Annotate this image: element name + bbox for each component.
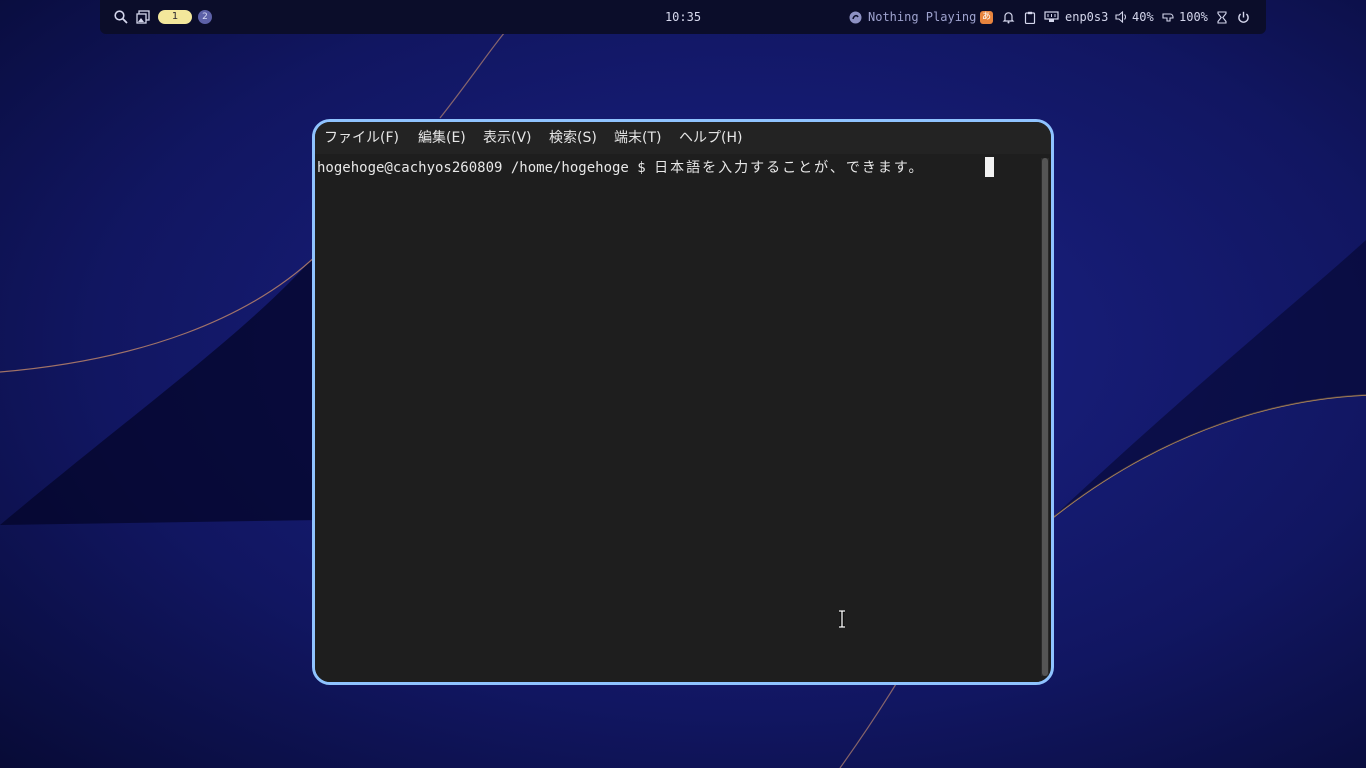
menu-terminal[interactable]: 端末(T) (614, 122, 661, 154)
menu-bar: ファイル(F) 編集(E) 表示(V) 検索(S) 端末(T) ヘルプ(H) (315, 122, 1051, 154)
volume-icon[interactable] (1115, 0, 1128, 34)
media-player-icon (849, 0, 862, 34)
ethernet-icon[interactable] (1044, 0, 1059, 34)
input-text: 日本語を入力することが、できます。 (654, 160, 925, 176)
workspace-2-button[interactable]: 2 (198, 10, 212, 24)
gallery-icon[interactable] (136, 0, 150, 34)
terminal-window[interactable]: ファイル(F) 編集(E) 表示(V) 検索(S) 端末(T) ヘルプ(H) h… (312, 119, 1054, 685)
menu-search[interactable]: 検索(S) (549, 122, 597, 154)
clipboard-icon[interactable] (1024, 0, 1036, 34)
prompt-line: hogehoge@cachyos260809 /home/hogehoge $ … (317, 158, 924, 178)
menu-help[interactable]: ヘルプ(H) (679, 122, 742, 154)
menu-view[interactable]: 表示(V) (483, 122, 532, 154)
scrollbar-thumb[interactable] (1042, 158, 1048, 676)
clock[interactable]: 10:35 (640, 0, 726, 34)
hourglass-icon[interactable] (1216, 0, 1228, 34)
menu-edit[interactable]: 編集(E) (418, 122, 466, 154)
search-icon[interactable] (114, 0, 128, 34)
top-panel: 1 2 10:35 Nothing Playing あ enp0s3 40% 1… (100, 0, 1266, 34)
terminal-text-area[interactable]: hogehoge@cachyos260809 /home/hogehoge $ … (315, 154, 1039, 682)
battery-label[interactable]: 100% (1179, 0, 1208, 34)
ime-badge: あ (980, 10, 993, 24)
media-status[interactable]: Nothing Playing (868, 0, 976, 34)
workspace-1-button[interactable]: 1 (158, 10, 192, 24)
shell-prompt: hogehoge@cachyos260809 /home/hogehoge $ (317, 160, 655, 176)
power-icon[interactable] (1237, 0, 1250, 34)
volume-label[interactable]: 40% (1132, 0, 1154, 34)
bell-icon[interactable] (1002, 0, 1015, 34)
ime-indicator[interactable]: あ (980, 0, 993, 34)
power-plug-icon[interactable] (1161, 0, 1175, 34)
ibeam-cursor-icon (839, 610, 845, 628)
text-cursor (985, 157, 994, 177)
menu-file[interactable]: ファイル(F) (324, 122, 399, 154)
network-label[interactable]: enp0s3 (1065, 0, 1108, 34)
